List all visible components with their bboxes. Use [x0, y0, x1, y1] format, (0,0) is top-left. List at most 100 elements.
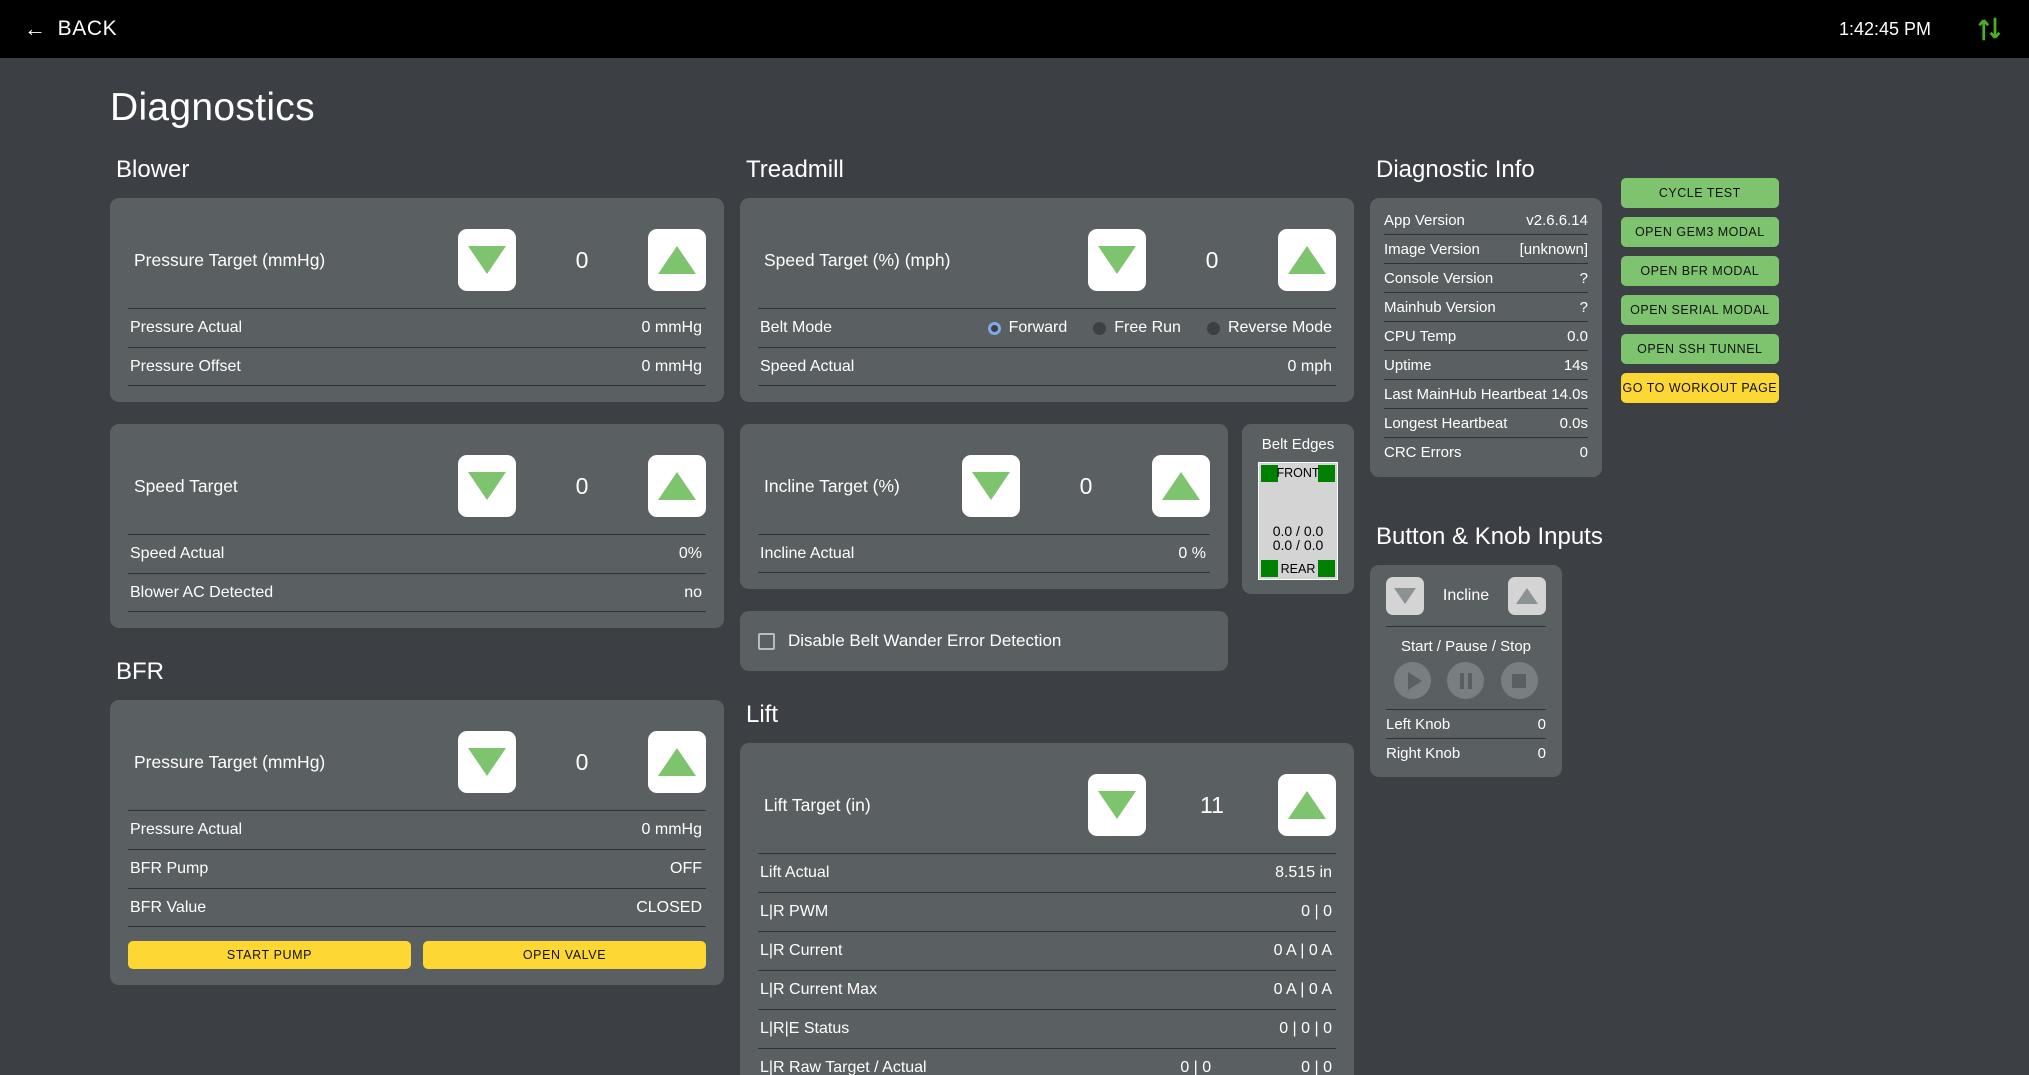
row-value: 0 mmHg	[641, 319, 702, 336]
sync-arrows-icon[interactable]	[1975, 14, 2005, 44]
info-label: CRC Errors	[1384, 444, 1462, 461]
treadmill-speed-increment-button[interactable]	[1278, 229, 1336, 291]
info-label: App Version	[1384, 211, 1465, 229]
table-row: Blower AC Detected no	[128, 573, 706, 612]
row-value: 0 mmHg	[641, 821, 702, 838]
triangle-down-icon	[1098, 246, 1136, 274]
list-item: Image Version [unknown]	[1384, 235, 1588, 264]
top-bar: ← BACK 1:42:45 PM	[0, 0, 2029, 58]
start-pump-button[interactable]: START PUMP	[128, 941, 411, 969]
info-label: Image Version	[1384, 240, 1480, 258]
knob-label: Right Knob	[1386, 744, 1461, 762]
blower-speed-increment-button[interactable]	[648, 455, 706, 517]
treadmill-speed-card: Speed Target (%) (mph) 0 Belt Mode Forwa…	[740, 198, 1354, 402]
row-value: 0 | 0	[1301, 1058, 1332, 1075]
blower-speed-label: Speed Target	[134, 475, 238, 496]
treadmill-speed-decrement-button[interactable]	[1088, 229, 1146, 291]
row-value: 8.515 in	[1275, 864, 1332, 881]
pause-icon	[1459, 672, 1472, 689]
cycle-test-button[interactable]: CYCLE TEST	[1620, 178, 1779, 208]
radio-label: Forward	[1008, 319, 1068, 336]
bfr-rows: Pressure Actual 0 mmHg BFR Pump OFF BFR …	[128, 810, 706, 927]
incline-stepper: Incline Target (%) 0	[758, 438, 1210, 534]
triangle-down-icon	[468, 472, 506, 500]
open-valve-button[interactable]: OPEN VALVE	[423, 941, 706, 969]
row-label: L|R Current Max	[760, 981, 878, 998]
row-value: 0 A | 0 A	[1273, 981, 1332, 998]
info-value: 14s	[1563, 356, 1588, 374]
disable-belt-wander-checkbox[interactable]	[758, 632, 775, 650]
blower-pressure-rows: Pressure Actual 0 mmHg Pressure Offset 0…	[128, 308, 706, 386]
table-row: L|R PWM 0 | 0	[758, 892, 1336, 931]
section-heading-diagnostic-info: Diagnostic Info	[1376, 156, 1535, 183]
belt-edge-value-2: 0.0 / 0.0	[1272, 537, 1324, 554]
radio-free-run[interactable]: Free Run	[1093, 319, 1181, 337]
start-pause-stop-row	[1386, 662, 1546, 709]
row-label: L|R Current	[760, 942, 843, 959]
column-blower-bfr: Blower Pressure Target (mmHg) 0 Pressure…	[110, 156, 740, 1075]
start-pause-stop-label: Start / Pause / Stop	[1386, 626, 1546, 655]
incline-decrement-button[interactable]	[962, 455, 1020, 517]
belt-edge-values: 0.0 / 0.0 0.0 / 0.0	[1259, 523, 1337, 554]
open-serial-modal-button[interactable]: OPEN SERIAL MODAL	[1620, 295, 1779, 325]
play-icon	[1407, 671, 1422, 690]
disable-belt-wander-card[interactable]: Disable Belt Wander Error Detection	[740, 611, 1228, 671]
incline-increment-button[interactable]	[1152, 455, 1210, 517]
row-value: CLOSED	[636, 898, 702, 916]
treadmill-speed-label: Speed Target (%) (mph)	[764, 249, 951, 270]
treadmill-speed-value: 0	[1205, 246, 1219, 273]
row-label: Speed Actual	[130, 545, 225, 562]
blower-pressure-increment-button[interactable]	[648, 229, 706, 291]
blower-speed-decrement-button[interactable]	[458, 455, 516, 517]
triangle-down-icon	[468, 748, 506, 776]
info-value: ?	[1579, 269, 1588, 287]
bfr-pressure-value: 0	[575, 748, 589, 775]
treadmill-rows: Belt Mode Forward Free Run Reverse Mode …	[758, 308, 1336, 386]
list-item: Longest Heartbeat 0.0s	[1384, 409, 1588, 438]
row-label: L|R|E Status	[760, 1020, 850, 1037]
lift-increment-button[interactable]	[1278, 774, 1336, 836]
diagnostic-info-card: App Version v2.6.6.14 Image Version [unk…	[1370, 198, 1602, 477]
belt-mode-row: Belt Mode Forward Free Run Reverse Mode	[758, 308, 1336, 347]
row-value: 0 mmHg	[641, 357, 702, 375]
row-value-mid: 0 | 0	[1180, 1058, 1212, 1075]
section-heading-bfr: BFR	[116, 658, 164, 685]
blower-pressure-decrement-button[interactable]	[458, 229, 516, 291]
stop-button[interactable]	[1500, 662, 1538, 699]
treadmill-speed-stepper: Speed Target (%) (mph) 0	[758, 212, 1336, 308]
start-button[interactable]	[1394, 662, 1432, 699]
open-gem3-modal-button[interactable]: OPEN GEM3 MODAL	[1620, 217, 1779, 247]
radio-unselected-icon	[1206, 321, 1220, 335]
table-row: L|R Current 0 A | 0 A	[758, 931, 1336, 970]
table-row: Pressure Offset 0 mmHg	[128, 347, 706, 386]
incline-down-button[interactable]	[1386, 577, 1424, 615]
row-label: Pressure Actual	[130, 319, 243, 336]
belt-edges-diagram: FRONT REAR 0.0 / 0.0 0.0 / 0.0	[1258, 462, 1338, 580]
section-heading-lift: Lift	[746, 701, 779, 728]
incline-knob-row: Incline	[1386, 577, 1546, 615]
triangle-up-icon	[658, 472, 696, 500]
lift-decrement-button[interactable]	[1088, 774, 1146, 836]
bfr-pressure-increment-button[interactable]	[648, 731, 706, 793]
open-ssh-tunnel-button[interactable]: OPEN SSH TUNNEL	[1620, 334, 1779, 364]
belt-front-label: FRONT	[1276, 466, 1320, 480]
column-treadmill-lift: Treadmill Speed Target (%) (mph) 0 Belt …	[740, 156, 1370, 1075]
go-to-workout-page-button[interactable]: GO TO WORKOUT PAGE	[1620, 373, 1779, 403]
triangle-up-icon	[1162, 472, 1200, 500]
bfr-pressure-decrement-button[interactable]	[458, 731, 516, 793]
open-bfr-modal-button[interactable]: OPEN BFR MODAL	[1620, 256, 1779, 286]
row-label: Pressure Offset	[130, 357, 241, 375]
row-label: L|R PWM	[760, 903, 829, 920]
treadmill-top-row: Speed Target (%) (mph) 0 Belt Mode Forwa…	[740, 198, 1354, 424]
back-button[interactable]: ← BACK	[24, 17, 117, 41]
incline-up-button[interactable]	[1508, 577, 1546, 615]
row-label: BFR Value	[130, 898, 207, 916]
pause-button[interactable]	[1447, 662, 1485, 699]
radio-forward[interactable]: Forward	[987, 319, 1068, 337]
lift-stepper: Lift Target (in) 11	[758, 757, 1336, 853]
radio-reverse-mode[interactable]: Reverse Mode	[1206, 319, 1332, 337]
info-label: Last MainHub Heartbeat	[1384, 385, 1547, 403]
info-value: 14.0s	[1551, 385, 1588, 403]
info-label: Console Version	[1384, 269, 1494, 287]
info-label: Uptime	[1384, 356, 1432, 374]
